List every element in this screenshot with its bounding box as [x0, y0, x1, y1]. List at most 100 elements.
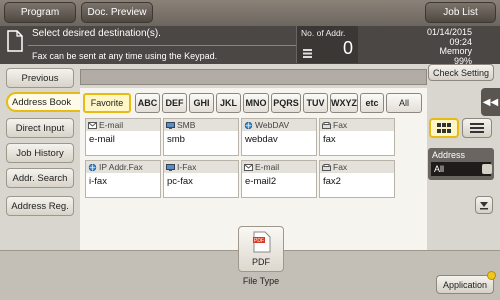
double-chevron-left-icon: ◀◀ — [482, 96, 499, 108]
program-label: Program — [20, 7, 60, 18]
entry-type-label: E-mail — [255, 162, 280, 172]
address-filter[interactable]: Address All — [428, 148, 494, 180]
index-tab-label: DEF — [165, 98, 184, 108]
index-tab-label: JKL — [219, 98, 237, 108]
fax-scan-screen: Program Doc. Preview Job List Select des… — [0, 0, 500, 300]
entry-type: WebDAV — [242, 119, 316, 131]
list-view-icon — [470, 123, 484, 133]
collapse-panel-button[interactable]: ◀◀ — [481, 88, 500, 116]
destination-display — [80, 69, 427, 85]
status-hint: Fax can be sent at any time using the Ke… — [32, 51, 218, 61]
index-tab-mno[interactable]: MNO — [243, 93, 269, 113]
entry-type-label: Fax — [333, 120, 348, 130]
pdf-file-icon: PDF — [253, 231, 271, 253]
check-setting-label: Check Setting — [432, 67, 490, 78]
index-tab-label: All — [398, 98, 409, 108]
previous-button[interactable]: Previous — [6, 68, 74, 88]
address-reg-button[interactable]: Address Reg. — [6, 196, 74, 216]
scroll-down-button[interactable] — [475, 196, 493, 214]
fax-icon — [322, 163, 331, 171]
index-tab-label: ABC — [137, 98, 158, 108]
entry-type-label: SMB — [177, 120, 196, 130]
check-setting-button[interactable]: Check Setting — [428, 64, 494, 81]
address-count-box: No. of Addr. 0 — [296, 26, 358, 63]
address-filter-label: Address — [432, 150, 466, 160]
doc-preview-label: Doc. Preview — [87, 7, 147, 18]
entry-name: fax — [323, 134, 336, 145]
file-type-button[interactable]: PDF PDF — [238, 226, 284, 272]
entry-type-label: WebDAV — [255, 120, 290, 130]
entry-type: E-mail — [86, 119, 160, 131]
index-tab-label: Favorite — [90, 98, 124, 108]
entry-name: pc-fax — [167, 176, 193, 187]
globe-icon — [88, 163, 97, 171]
index-tab-label: TUV — [306, 98, 325, 108]
tab-direct-input[interactable]: Direct Input — [6, 118, 74, 138]
index-tab-etc[interactable]: etc — [360, 93, 384, 113]
status-message: Select desired destination(s). — [32, 28, 161, 39]
index-tab-jkl[interactable]: JKL — [216, 93, 241, 113]
chevron-down-icon — [480, 202, 488, 210]
application-label: Application — [442, 279, 488, 290]
entry-type-label: I-Fax — [177, 162, 197, 172]
entry-type-label: IP Addr.Fax — [99, 162, 143, 172]
grid-view-icon — [437, 123, 451, 133]
address-entry[interactable]: SMB smb — [163, 118, 239, 156]
index-tab-wxyz[interactable]: WXYZ — [330, 93, 358, 113]
entry-type-label: E-mail — [99, 120, 124, 130]
entry-name: e-mail2 — [245, 176, 277, 187]
index-tab-pqrs[interactable]: PQRS — [271, 93, 301, 113]
address-entry[interactable]: WebDAV webdav — [241, 118, 317, 156]
computer-icon — [166, 163, 175, 171]
computer-icon — [166, 121, 175, 129]
entry-type: E-mail — [242, 161, 316, 173]
index-tab-tuv[interactable]: TUV — [303, 93, 328, 113]
index-tab-label: MNO — [245, 98, 267, 108]
index-tab-label: PQRS — [273, 98, 299, 108]
entry-type-label: Fax — [333, 162, 348, 172]
entry-name: webdav — [245, 134, 278, 145]
address-count-label: No. of Addr. — [301, 28, 346, 38]
application-button[interactable]: Application — [436, 275, 494, 294]
grid-view-button[interactable] — [429, 118, 459, 138]
job-history-label: Job History — [16, 147, 64, 159]
index-tab-label: etc — [365, 98, 379, 108]
address-entry[interactable]: Fax fax2 — [319, 160, 395, 198]
globe-icon — [244, 121, 253, 129]
entry-type: Fax — [320, 119, 394, 131]
index-tab-ghi[interactable]: GHI — [189, 93, 214, 113]
entry-type: SMB — [164, 119, 238, 131]
tab-address-book[interactable]: Address Book — [6, 92, 84, 112]
address-entry[interactable]: Fax fax — [319, 118, 395, 156]
address-filter-value: All — [434, 164, 445, 174]
addr-search-label: Addr. Search — [12, 172, 68, 184]
address-entry[interactable]: E-mail e-mail — [85, 118, 161, 156]
doc-preview-button[interactable]: Doc. Preview — [81, 2, 153, 23]
job-list-button[interactable]: Job List — [425, 2, 496, 23]
entry-name: smb — [167, 134, 185, 145]
address-entry[interactable]: IP Addr.Fax i-fax — [85, 160, 161, 198]
tab-addr-search[interactable]: Addr. Search — [6, 168, 74, 188]
job-list-label: Job List — [443, 7, 478, 18]
index-tab-abc[interactable]: ABC — [135, 93, 160, 113]
address-entry[interactable]: E-mail e-mail2 — [241, 160, 317, 198]
mail-icon — [88, 121, 97, 129]
datetime-memory: 01/14/2015 09:24 Memory 99% — [427, 27, 472, 66]
address-count-value: 0 — [342, 38, 353, 58]
entry-type: I-Fax — [164, 161, 238, 173]
tab-job-history[interactable]: Job History — [6, 143, 74, 163]
index-tab-def[interactable]: DEF — [162, 93, 187, 113]
svg-text:PDF: PDF — [254, 238, 264, 244]
document-icon — [7, 30, 23, 52]
index-tab-favorite[interactable]: Favorite — [83, 93, 131, 113]
mail-icon — [244, 163, 253, 171]
list-view-button[interactable] — [462, 118, 492, 138]
program-button[interactable]: Program — [4, 2, 76, 23]
direct-input-label: Direct Input — [15, 122, 65, 134]
chevron-down-icon — [482, 164, 492, 174]
address-entry[interactable]: I-Fax pc-fax — [163, 160, 239, 198]
list-icon — [303, 49, 312, 58]
index-tab-all[interactable]: All — [386, 93, 422, 113]
notification-dot — [487, 271, 496, 280]
previous-label: Previous — [21, 72, 59, 84]
